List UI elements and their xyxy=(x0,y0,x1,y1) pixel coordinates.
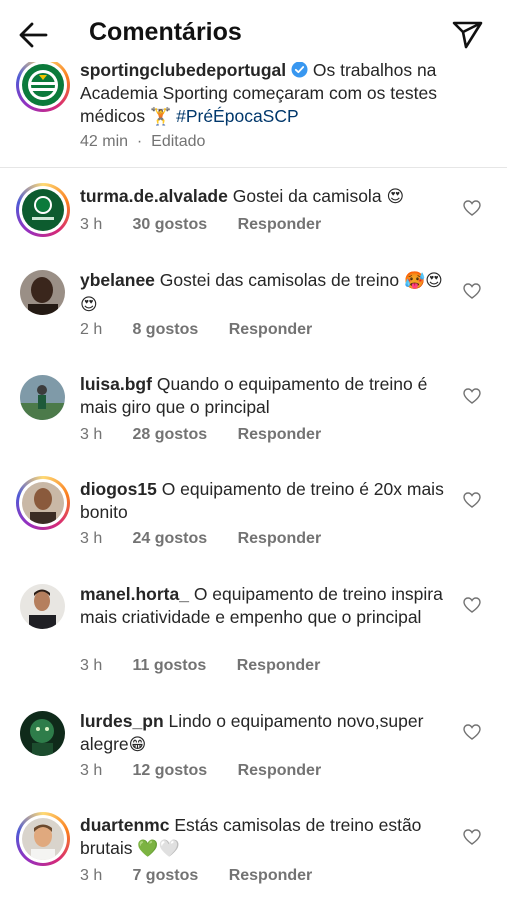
comment-text: manel.horta_ O equipamento de treino ins… xyxy=(80,583,450,629)
comment-meta: 2 h 8 gostos Responder xyxy=(80,321,312,339)
caption-text: sportingclubedeportugal Os trabalhos na … xyxy=(80,59,450,129)
paper-plane-icon xyxy=(452,21,483,49)
comment-username[interactable]: luisa.bgf xyxy=(80,374,152,394)
avatar-ring-inner xyxy=(19,479,67,527)
avatar-ring-inner xyxy=(19,61,67,109)
comment-avatar[interactable] xyxy=(20,584,65,629)
avatar-image xyxy=(20,270,65,315)
back-button[interactable] xyxy=(16,18,52,52)
comment-body: Gostei da camisola xyxy=(232,186,382,206)
avatar-image xyxy=(22,482,64,524)
avatar-image xyxy=(20,584,65,629)
comment-emoji: 💚🤍 xyxy=(137,839,180,859)
avatar-image xyxy=(22,189,64,231)
arrow-left-icon xyxy=(19,22,48,48)
sporting-logo xyxy=(22,64,64,106)
comment-likes[interactable]: 30 gostos xyxy=(132,216,207,234)
page-title: Comentários xyxy=(89,18,242,46)
heart-icon[interactable] xyxy=(463,597,481,613)
author-avatar[interactable] xyxy=(16,58,70,112)
comment-text: ybelanee Gostei das camisolas de treino … xyxy=(80,269,450,317)
comment-likes[interactable]: 24 gostos xyxy=(132,530,207,548)
heart-icon[interactable] xyxy=(463,388,481,404)
comment-username[interactable]: manel.horta_ xyxy=(80,584,189,604)
caption-username[interactable]: sportingclubedeportugal xyxy=(80,60,286,80)
reply-button[interactable]: Responder xyxy=(238,762,322,780)
comment-avatar[interactable] xyxy=(20,270,65,315)
divider xyxy=(0,167,507,168)
comment-username[interactable]: diogos15 xyxy=(80,479,157,499)
comment-meta: 3 h 12 gostos Responder xyxy=(80,762,321,780)
comment-likes[interactable]: 7 gostos xyxy=(132,867,198,885)
comment-time: 3 h xyxy=(80,530,103,547)
comment-avatar[interactable] xyxy=(16,183,70,237)
comment-body: Gostei das camisolas de treino xyxy=(159,270,400,290)
comment-time: 3 h xyxy=(80,426,103,443)
comment-text: luisa.bgf Quando o equipamento de treino… xyxy=(80,373,450,419)
caption-time: 42 min xyxy=(80,133,129,150)
avatar-ring-inner xyxy=(19,186,67,234)
comment-emoji: 😍 xyxy=(386,187,405,207)
avatar-image xyxy=(20,711,65,756)
caption-meta: 42 min · Editado xyxy=(80,133,205,151)
comment-likes[interactable]: 8 gostos xyxy=(132,321,198,339)
heart-icon[interactable] xyxy=(463,724,481,740)
verified-badge-icon xyxy=(291,61,308,78)
comment-meta: 3 h 28 gostos Responder xyxy=(80,426,321,444)
heart-icon[interactable] xyxy=(463,492,481,508)
comment-time: 3 h xyxy=(80,867,103,884)
comment-meta: 3 h 11 gostos Responder xyxy=(80,657,320,675)
comment-text: duartenmc Estás camisolas de treino estã… xyxy=(80,814,450,861)
comment-meta: 3 h 24 gostos Responder xyxy=(80,530,321,548)
weightlifter-emoji: 🏋 xyxy=(150,107,172,127)
comment-likes[interactable]: 28 gostos xyxy=(132,426,207,444)
comment-avatar[interactable] xyxy=(20,711,65,756)
share-button[interactable] xyxy=(448,17,486,51)
comment-emoji: 😁 xyxy=(128,735,147,755)
comment-text: lurdes_pn Lindo o equipamento novo,super… xyxy=(80,710,450,757)
comment-username[interactable]: turma.de.alvalade xyxy=(80,186,228,206)
reply-button[interactable]: Responder xyxy=(237,657,321,675)
heart-icon[interactable] xyxy=(463,200,481,216)
reply-button[interactable]: Responder xyxy=(238,426,322,444)
comment-avatar[interactable] xyxy=(16,812,70,866)
reply-button[interactable]: Responder xyxy=(229,321,313,339)
avatar-image xyxy=(22,818,64,860)
heart-icon[interactable] xyxy=(463,829,481,845)
caption-hashtag[interactable]: #PréÉpocaSCP xyxy=(176,106,299,126)
comment-avatar[interactable] xyxy=(16,476,70,530)
meta-separator: · xyxy=(132,133,147,150)
comment-text: diogos15 O equipamento de treino é 20x m… xyxy=(80,478,450,524)
reply-button[interactable]: Responder xyxy=(238,216,322,234)
avatar-ring-inner xyxy=(19,815,67,863)
reply-button[interactable]: Responder xyxy=(238,530,322,548)
caption-edited: Editado xyxy=(151,133,206,150)
comment-time: 3 h xyxy=(80,657,103,674)
comment-time: 3 h xyxy=(80,762,103,779)
avatar-image xyxy=(20,375,65,420)
comment-likes[interactable]: 11 gostos xyxy=(132,657,206,675)
comment-time: 3 h xyxy=(80,216,103,233)
comment-meta: 3 h 7 gostos Responder xyxy=(80,867,312,885)
comment-likes[interactable]: 12 gostos xyxy=(132,762,207,780)
reply-button[interactable]: Responder xyxy=(229,867,313,885)
comment-username[interactable]: lurdes_pn xyxy=(80,711,164,731)
comment-username[interactable]: duartenmc xyxy=(80,815,169,835)
comment-time: 2 h xyxy=(80,321,103,338)
comment-text: turma.de.alvalade Gostei da camisola 😍 xyxy=(80,185,450,209)
top-bar: Comentários xyxy=(0,0,507,62)
comment-avatar[interactable] xyxy=(20,375,65,420)
comment-username[interactable]: ybelanee xyxy=(80,270,155,290)
heart-icon[interactable] xyxy=(463,283,481,299)
comment-meta: 3 h 30 gostos Responder xyxy=(80,216,321,234)
post-caption: sportingclubedeportugal Os trabalhos na … xyxy=(0,56,507,166)
